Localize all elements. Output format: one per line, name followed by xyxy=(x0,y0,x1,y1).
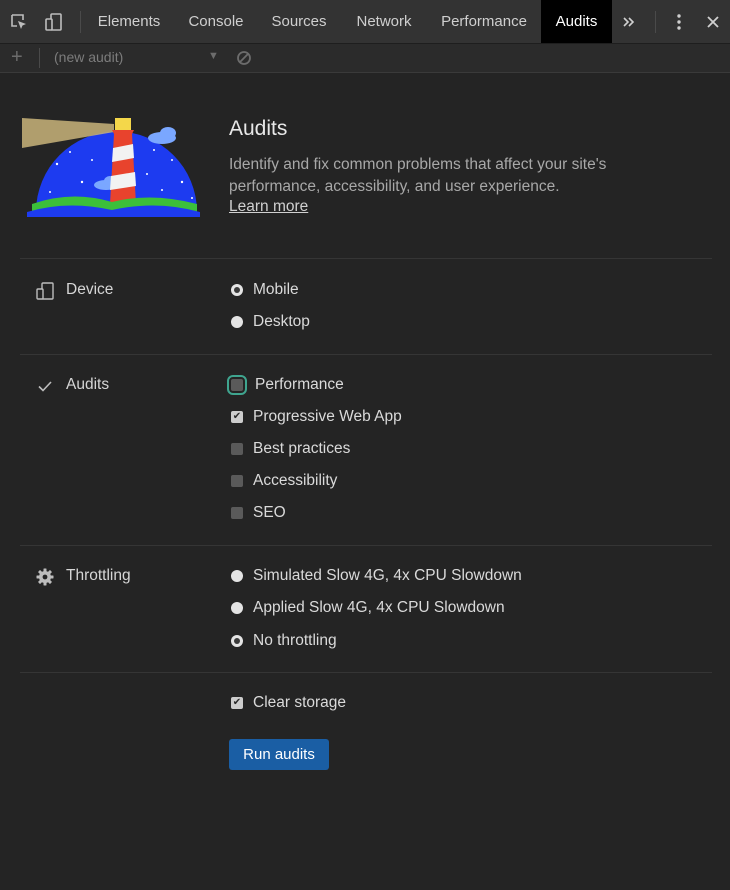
clear-storage-option[interactable]: ✔ Clear storage xyxy=(229,693,346,713)
devtools-tab-bar: Elements Console Sources Network Perform… xyxy=(0,0,730,44)
chevron-down-icon[interactable]: ▼ xyxy=(208,50,219,62)
close-icon[interactable] xyxy=(702,11,724,33)
gear-icon xyxy=(35,567,55,587)
device-section-label: Device xyxy=(66,281,114,298)
throttling-section-label: Throttling xyxy=(66,567,131,584)
toolbar-separator xyxy=(39,48,40,68)
accessibility-checkbox[interactable] xyxy=(231,475,243,487)
section-divider xyxy=(20,258,712,259)
best-practices-checkbox[interactable] xyxy=(231,443,243,455)
device-icon xyxy=(35,281,55,301)
desktop-radio[interactable] xyxy=(231,316,243,328)
tab-audits[interactable]: Audits xyxy=(541,0,612,43)
checkmark-icon xyxy=(35,376,55,396)
page-description: Identify and fix common problems that af… xyxy=(229,156,607,195)
clear-storage-checkbox[interactable]: ✔ xyxy=(231,697,243,709)
seo-checkbox[interactable] xyxy=(231,507,243,519)
mobile-radio[interactable] xyxy=(231,284,243,296)
block-icon[interactable] xyxy=(236,50,252,70)
tab-network[interactable]: Network xyxy=(342,0,426,43)
section-divider xyxy=(20,354,712,355)
section-divider xyxy=(20,672,712,673)
device-option-desktop[interactable]: Desktop xyxy=(229,312,310,332)
throttling-option-simulated[interactable]: Simulated Slow 4G, 4x CPU Slowdown xyxy=(229,566,522,586)
tab-bar-separator xyxy=(655,11,656,33)
device-toolbar-icon[interactable] xyxy=(42,11,64,33)
add-audit-button[interactable]: + xyxy=(11,47,23,67)
performance-checkbox[interactable] xyxy=(227,375,247,395)
audit-option-performance[interactable]: Performance xyxy=(227,375,344,395)
tab-console[interactable]: Console xyxy=(175,0,257,43)
throttling-option-applied[interactable]: Applied Slow 4G, 4x CPU Slowdown xyxy=(229,598,505,618)
audit-select[interactable]: (new audit) xyxy=(54,49,123,65)
lighthouse-logo xyxy=(22,112,202,217)
throttling-option-none[interactable]: No throttling xyxy=(229,631,337,651)
pwa-checkbox[interactable]: ✔ xyxy=(231,411,243,423)
audit-option-best-practices[interactable]: Best practices xyxy=(229,439,350,459)
kebab-menu-icon[interactable] xyxy=(668,11,690,33)
section-divider xyxy=(20,545,712,546)
tab-performance[interactable]: Performance xyxy=(429,0,539,43)
learn-more-link[interactable]: Learn more xyxy=(229,198,308,216)
device-option-mobile[interactable]: Mobile xyxy=(229,280,299,300)
audit-option-accessibility[interactable]: Accessibility xyxy=(229,471,337,491)
more-tabs-icon[interactable] xyxy=(618,11,640,33)
inspect-element-icon[interactable] xyxy=(8,11,30,33)
audits-section-label: Audits xyxy=(66,376,110,393)
tab-sources[interactable]: Sources xyxy=(259,0,339,43)
tab-elements[interactable]: Elements xyxy=(85,0,173,43)
applied-throttling-radio[interactable] xyxy=(231,602,243,614)
audits-toolbar: + (new audit) ▼ xyxy=(0,44,730,73)
tab-bar-separator xyxy=(80,11,81,33)
page-title: Audits xyxy=(229,117,288,140)
audit-option-seo[interactable]: SEO xyxy=(229,503,286,523)
simulated-throttling-radio[interactable] xyxy=(231,570,243,582)
run-audits-button[interactable]: Run audits xyxy=(229,739,329,770)
audit-option-pwa[interactable]: ✔ Progressive Web App xyxy=(229,407,402,427)
no-throttling-radio[interactable] xyxy=(231,635,243,647)
